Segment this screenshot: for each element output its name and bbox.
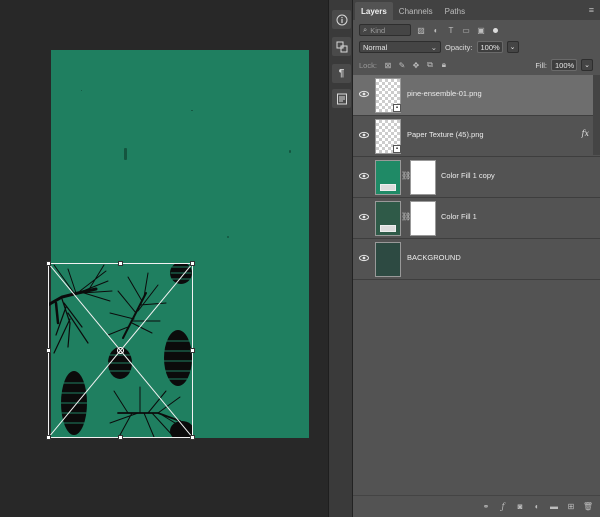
fill-value: 100% xyxy=(555,60,575,70)
transform-handle-left[interactable] xyxy=(46,348,51,353)
opacity-value: 100% xyxy=(480,42,500,52)
lock-image-pixels-icon[interactable]: ✎ xyxy=(397,60,407,70)
layers-panel: Layers Channels Paths ≡ ⌕ Kind ▨ ◐ T ▭ ▣… xyxy=(352,0,600,517)
transform-handle-bottom-right[interactable] xyxy=(190,435,195,440)
filter-kind-label: Kind xyxy=(370,25,386,35)
fill-layer-thumbnail[interactable] xyxy=(375,160,401,195)
add-mask-icon[interactable]: ◙ xyxy=(515,502,525,512)
layer-mask-thumbnail[interactable] xyxy=(410,201,436,236)
layer-name[interactable]: pine-ensemble-01.png xyxy=(407,89,482,98)
properties-icon[interactable] xyxy=(332,37,351,56)
mask-link-chain-icon[interactable]: ⛓ xyxy=(401,171,411,183)
transform-handle-top-left[interactable] xyxy=(46,261,51,266)
filter-kind-select[interactable]: ⌕ Kind xyxy=(359,24,411,36)
opacity-input[interactable]: 100% xyxy=(476,41,503,53)
visibility-eye-icon[interactable] xyxy=(359,212,369,222)
lock-transparent-pixels-icon[interactable]: ⊠ xyxy=(383,60,393,70)
panel-tabs: Layers Channels Paths ≡ xyxy=(353,0,600,20)
link-layers-icon[interactable]: ⚭ xyxy=(481,502,491,512)
layer-name[interactable]: Color Fill 1 xyxy=(441,212,477,221)
opacity-label: Opacity: xyxy=(445,42,473,52)
transform-bounding-box[interactable] xyxy=(46,261,195,440)
blend-row: Normal ⌄ Opacity: 100% ⌄ xyxy=(353,41,600,53)
notes-icon[interactable] xyxy=(332,89,351,108)
lock-position-icon[interactable]: ✥ xyxy=(411,60,421,70)
transform-handle-bottom[interactable] xyxy=(118,435,123,440)
layer-row[interactable]: ▪ Paper Texture (45).png fx ⌄ xyxy=(353,116,600,157)
transform-handle-right[interactable] xyxy=(190,348,195,353)
texture-speck xyxy=(191,110,193,111)
layers-action-bar: ⚭ ƒ ◙ ◐ ▬ ⊞ 🗑︎ xyxy=(353,495,600,517)
panel-dock: ¶ xyxy=(328,0,352,517)
transform-handle-top-right[interactable] xyxy=(190,261,195,266)
layer-name[interactable]: BACKGROUND xyxy=(407,253,461,262)
opacity-dropdown-button[interactable]: ⌄ xyxy=(506,41,519,53)
search-icon: ⌕ xyxy=(363,25,368,34)
smart-object-badge-icon: ▪ xyxy=(393,145,401,153)
transform-reference-point[interactable] xyxy=(117,347,124,354)
new-adjustment-layer-icon[interactable]: ◐ xyxy=(532,502,542,512)
new-group-folder-icon[interactable]: ▬ xyxy=(549,502,559,512)
filter-row: ⌕ Kind ▨ ◐ T ▭ ▣ xyxy=(353,24,600,36)
smart-object-badge-icon: ▪ xyxy=(393,104,401,112)
filter-smart-object-icon[interactable]: ▣ xyxy=(476,25,486,35)
visibility-eye-icon[interactable] xyxy=(359,171,369,181)
filter-toggle-icon[interactable] xyxy=(493,27,498,33)
panel-menu-icon[interactable]: ≡ xyxy=(583,5,600,20)
layer-mask-thumbnail[interactable] xyxy=(410,160,436,195)
texture-speck xyxy=(124,148,127,160)
lock-label: Lock: xyxy=(359,60,377,70)
texture-speck xyxy=(81,90,82,91)
visibility-eye-icon[interactable] xyxy=(359,130,369,140)
tab-layers[interactable]: Layers xyxy=(355,2,393,20)
filter-pixel-icon[interactable]: ▨ xyxy=(416,25,426,35)
canvas-area[interactable] xyxy=(0,0,328,517)
layer-effects-fx-icon[interactable]: fx xyxy=(582,129,589,138)
lock-row: Lock: ⊠ ✎ ✥ ⧉ 🔒︎ Fill: 100% ⌄ xyxy=(353,59,600,71)
texture-speck xyxy=(227,236,229,238)
fill-layer-thumbnail[interactable] xyxy=(375,201,401,236)
filter-type-icon[interactable]: T xyxy=(446,25,456,35)
filter-shape-icon[interactable]: ▭ xyxy=(461,25,471,35)
fill-swatch-icon xyxy=(380,184,396,191)
layer-row[interactable]: BACKGROUND xyxy=(353,239,600,280)
texture-speck xyxy=(289,150,291,153)
add-layer-style-fx-icon[interactable]: ƒ xyxy=(498,502,508,512)
layer-name[interactable]: Color Fill 1 copy xyxy=(441,171,495,180)
layer-name[interactable]: Paper Texture (45).png xyxy=(407,130,484,139)
new-layer-icon[interactable]: ⊞ xyxy=(566,502,576,512)
fill-input[interactable]: 100% xyxy=(551,59,577,71)
layer-row[interactable]: ▪ pine-ensemble-01.png xyxy=(353,75,600,116)
transform-handle-top[interactable] xyxy=(118,261,123,266)
fill-label: Fill: xyxy=(535,60,547,70)
tab-paths[interactable]: Paths xyxy=(439,2,471,20)
paragraph-icon[interactable]: ¶ xyxy=(332,64,351,83)
visibility-eye-icon[interactable] xyxy=(359,253,369,263)
fill-swatch-icon xyxy=(380,225,396,232)
lock-all-icon[interactable]: 🔒︎ xyxy=(439,60,449,70)
tab-channels[interactable]: Channels xyxy=(393,2,439,20)
layers-list: ▪ pine-ensemble-01.png ▪ Paper Texture (… xyxy=(353,75,600,280)
delete-layer-trash-icon[interactable]: 🗑︎ xyxy=(583,502,593,512)
info-icon[interactable] xyxy=(332,10,351,29)
mask-link-chain-icon[interactable]: ⛓ xyxy=(401,212,411,224)
blend-mode-select[interactable]: Normal ⌄ xyxy=(359,41,441,53)
transform-handle-bottom-left[interactable] xyxy=(46,435,51,440)
lock-artboard-icon[interactable]: ⧉ xyxy=(425,60,435,70)
layers-scrollbar[interactable] xyxy=(593,75,600,155)
fill-dropdown-button[interactable]: ⌄ xyxy=(581,59,593,71)
layer-thumbnail[interactable] xyxy=(375,242,401,277)
blend-mode-value: Normal xyxy=(363,42,388,52)
paragraph-glyph: ¶ xyxy=(338,68,345,79)
layer-row[interactable]: ⛓ Color Fill 1 copy xyxy=(353,157,600,198)
filter-adjustment-icon[interactable]: ◐ xyxy=(431,25,441,35)
chevron-down-icon: ⌄ xyxy=(430,42,437,52)
visibility-eye-icon[interactable] xyxy=(359,89,369,99)
layer-row[interactable]: ⛓ Color Fill 1 xyxy=(353,198,600,239)
